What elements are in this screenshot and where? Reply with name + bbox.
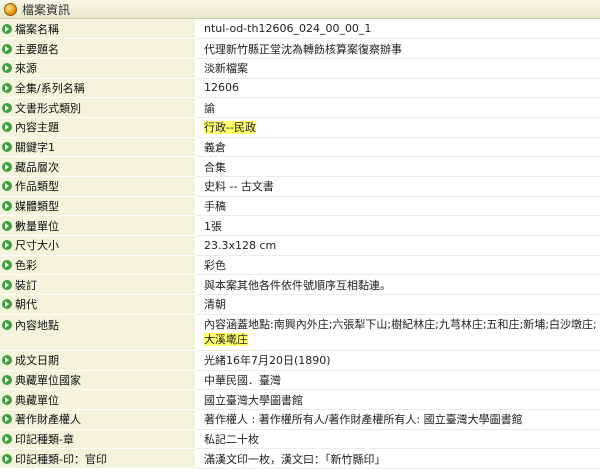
table-row: 尺寸大小 23.3x128 cm <box>0 235 600 256</box>
table-row: 朝代 清朝 <box>0 294 600 315</box>
arrow-bullet-icon <box>2 355 12 366</box>
metadata-table: 檔案名稱 ntul-od-th12606_024_00_00_1 主要題名 代理新竹… <box>0 19 600 469</box>
row-value: ntul-od-th12606_024_00_00_1 <box>195 19 600 40</box>
row-label: 主要題名 <box>15 42 59 56</box>
arrow-bullet-icon <box>2 23 12 34</box>
row-label: 印記種類-章 <box>15 432 74 446</box>
row-label: 成文日期 <box>15 354 59 368</box>
table-row: 典藏單位 國立臺灣大學圖書館 <box>0 389 600 410</box>
table-row: 主要題名 代理新竹縣正堂沈為轉飭核算案復察辦事 <box>0 38 600 59</box>
table-row: 色彩 彩色 <box>0 255 600 276</box>
table-row: 關鍵字1 義倉 <box>0 137 600 158</box>
row-value: 手稿 <box>195 196 600 217</box>
table-row: 全集/系列名稱 12606 <box>0 78 600 99</box>
row-label: 著作財產權人 <box>15 413 81 427</box>
row-label: 裝訂 <box>15 278 37 292</box>
row-label: 典藏單位 <box>15 393 59 407</box>
row-value: 諭 <box>195 97 600 118</box>
orb-icon <box>4 2 17 16</box>
table-row: 成文日期 光緒16年7月20日(1890) <box>0 350 600 371</box>
row-label: 全集/系列名稱 <box>15 81 85 95</box>
row-label: 媒體類型 <box>15 200 59 214</box>
row-label: 色彩 <box>15 259 37 273</box>
row-label: 印記種類-印：官印 <box>15 452 107 466</box>
subject-link[interactable]: 行政--民政 <box>204 121 256 135</box>
arrow-bullet-icon <box>2 220 12 231</box>
row-value: 彩色 <box>195 255 600 276</box>
table-row: 作品類型 史料 -- 古文書 <box>0 176 600 197</box>
arrow-bullet-icon <box>2 82 12 93</box>
arrow-bullet-icon <box>2 299 12 310</box>
location-text: 內容涵蓋地點:南興內外庄;六張犁下山;樹紀林庄;九芎林庄;五和庄;新埔;白沙墩庄… <box>204 318 597 332</box>
row-value: 國立臺灣大學圖書館 <box>195 389 600 410</box>
arrow-bullet-icon <box>2 201 12 212</box>
row-value: 史料 -- 古文書 <box>195 176 600 197</box>
arrow-bullet-icon <box>2 161 12 172</box>
table-row: 文書形式類別 諭 <box>0 97 600 118</box>
row-value: 淡新檔案 <box>195 58 600 79</box>
row-label: 來源 <box>15 62 37 76</box>
table-row: 檔案名稱 ntul-od-th12606_024_00_00_1 <box>0 19 600 40</box>
row-label: 藏品層次 <box>15 160 59 174</box>
panel-header: 檔案資訊 <box>0 0 600 19</box>
table-row: 數量單位 1張 <box>0 215 600 237</box>
row-label: 關鍵字1 <box>15 140 55 154</box>
location-link[interactable]: 大溪墘庄 <box>204 333 248 347</box>
arrow-bullet-icon <box>2 63 12 74</box>
table-row: 裝訂 與本案其他各件依件號順序互相黏連。 <box>0 274 600 296</box>
row-value: 代理新竹縣正堂沈為轉飭核算案復察辦事 <box>195 38 600 59</box>
table-row: 藏品層次 合集 <box>0 156 600 177</box>
row-label: 內容地點 <box>15 318 59 332</box>
row-value: 23.3x128 cm <box>195 235 600 256</box>
row-label: 朝代 <box>15 298 37 312</box>
arrow-bullet-icon <box>2 433 12 444</box>
arrow-bullet-icon <box>2 102 12 113</box>
row-value: 清朝 <box>195 294 600 315</box>
row-label: 作品類型 <box>15 180 59 194</box>
row-value: 滿漢文印一枚，漢文曰：「新竹縣印」 <box>195 448 600 469</box>
table-row: 內容主題 行政--民政 <box>0 117 600 138</box>
row-value: 光緒16年7月20日(1890) <box>195 350 600 371</box>
arrow-bullet-icon <box>2 240 12 251</box>
row-label: 典藏單位國家 <box>15 373 81 387</box>
arrow-bullet-icon <box>2 394 12 405</box>
row-label: 內容主題 <box>15 121 59 135</box>
arrow-bullet-icon <box>2 43 12 54</box>
table-row: 印記種類-印：官印 滿漢文印一枚，漢文曰：「新竹縣印」 <box>0 448 600 469</box>
row-value: 私記二十枚 <box>195 429 600 450</box>
row-value: 合集 <box>195 156 600 177</box>
table-row: 典藏單位國家 中華民國．臺灣 <box>0 370 600 391</box>
table-row: 來源 淡新檔案 <box>0 58 600 79</box>
table-row: 媒體類型 手稿 <box>0 196 600 217</box>
row-value: 與本案其他各件依件號順序互相黏連。 <box>195 274 600 296</box>
row-label: 尺寸大小 <box>15 239 59 253</box>
arrow-bullet-icon <box>2 181 12 192</box>
table-row: 印記種類-章 私記二十枚 <box>0 429 600 450</box>
arrow-bullet-icon <box>2 374 12 385</box>
row-label: 文書形式類別 <box>15 101 81 115</box>
row-value: 著作權人 : 著作權所有人/著作財產權所有人: 國立臺灣大學圖書館 <box>195 409 600 430</box>
arrow-bullet-icon <box>2 279 12 290</box>
row-label: 檔案名稱 <box>15 22 59 36</box>
file-info-panel: 檔案資訊 檔案名稱 ntul-od-th12606_024_00_00_1 主要題… <box>0 0 600 469</box>
arrow-bullet-icon <box>2 141 12 152</box>
arrow-bullet-icon <box>2 414 12 425</box>
panel-title: 檔案資訊 <box>22 2 71 17</box>
row-value: 1張 <box>195 215 600 237</box>
arrow-bullet-icon <box>2 122 12 133</box>
arrow-bullet-icon <box>2 453 12 464</box>
row-value: 義倉 <box>195 137 600 158</box>
table-row: 內容地點 內容涵蓋地點:南興內外庄;六張犁下山;樹紀林庄;九芎林庄;五和庄;新埔;… <box>0 314 600 351</box>
row-label: 數量單位 <box>15 219 59 233</box>
row-value: 12606 <box>195 78 600 99</box>
row-value: 中華民國．臺灣 <box>195 370 600 391</box>
arrow-bullet-icon <box>2 260 12 271</box>
arrow-bullet-icon <box>2 319 12 330</box>
table-row: 著作財產權人 著作權人 : 著作權所有人/著作財產權所有人: 國立臺灣大學圖書館 <box>0 409 600 430</box>
